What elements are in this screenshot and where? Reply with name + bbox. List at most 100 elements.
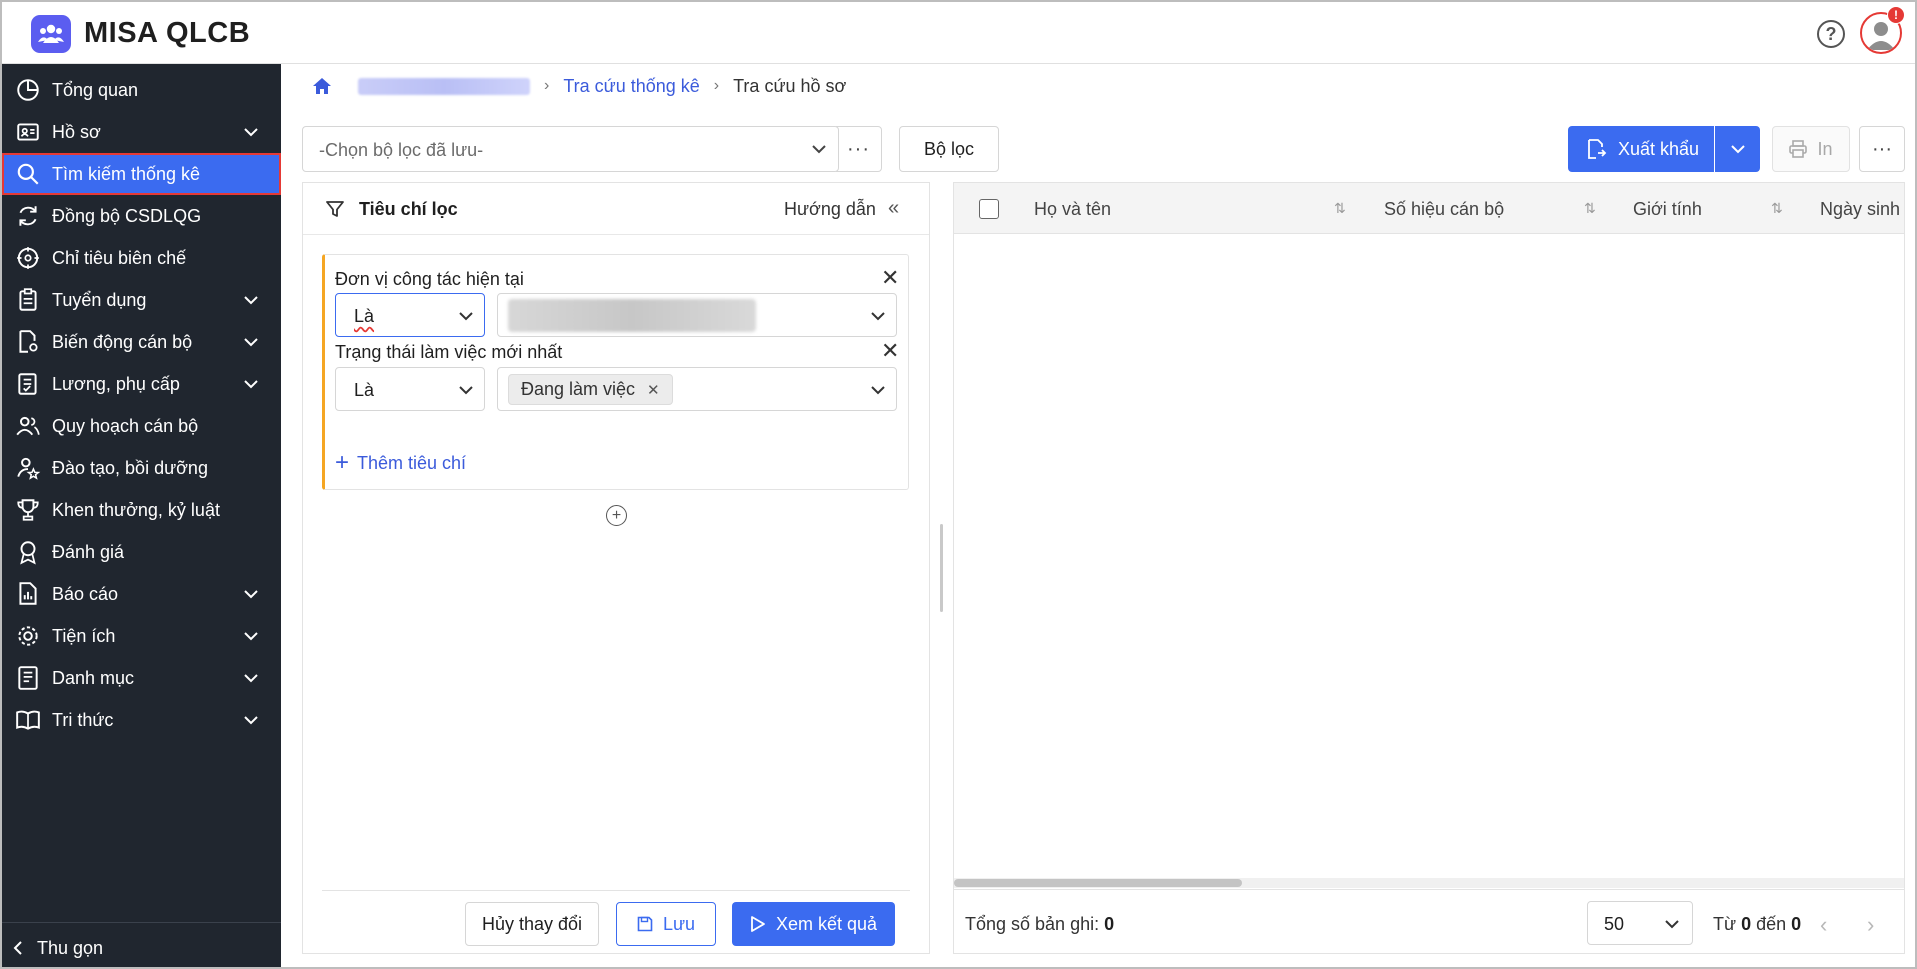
chevron-down-icon [459, 386, 473, 395]
chevron-down-icon [871, 386, 885, 395]
chevron-down-icon[interactable] [243, 374, 263, 394]
status-value-select[interactable]: Đang làm việc ✕ [497, 367, 897, 411]
chevron-right-icon: › [544, 77, 550, 94]
sidebar-item[interactable]: Đánh giá [2, 531, 281, 573]
play-icon [751, 916, 765, 932]
export-button[interactable]: Xuất khẩu [1568, 126, 1714, 172]
tag-remove-icon[interactable]: ✕ [647, 381, 660, 399]
sidebar-item-label: Đào tạo, bồi dưỡng [52, 457, 208, 478]
operator-select[interactable]: Là [335, 367, 485, 411]
save-button[interactable]: Lưu [616, 902, 716, 946]
chevron-down-icon[interactable] [243, 332, 263, 352]
next-page-icon[interactable]: › [1867, 912, 1874, 938]
sidebar-item[interactable]: Đồng bộ CSDLQG [2, 195, 281, 237]
breadcrumb: › Tra cứu thống kê › Tra cứu hồ sơ [312, 74, 846, 98]
sidebar-item-label: Đánh giá [52, 541, 125, 562]
chevron-down-icon[interactable] [243, 668, 263, 688]
chevron-right-icon: › [713, 77, 720, 94]
column-header-birthdate[interactable]: Ngày sinh [1820, 199, 1900, 220]
app-window: MISA QLCB ? ! Tổng quan Hồ sơ Tìm kiếm thố… [0, 0, 1917, 969]
range-to: 0 [1791, 914, 1802, 934]
add-group-icon[interactable]: + [606, 505, 627, 526]
more-options-button[interactable]: ··· [1859, 126, 1905, 172]
remove-criteria-icon[interactable]: ✕ [881, 340, 899, 362]
sidebar-item[interactable]: Tìm kiếm thống kê [2, 153, 281, 195]
column-header-staff-id[interactable]: Số hiệu cán bộ [1384, 199, 1504, 220]
sidebar-item[interactable]: Đào tạo, bồi dưỡng [2, 447, 281, 489]
breadcrumb-blurred-item[interactable] [358, 77, 530, 95]
sidebar-item[interactable]: Biến động cán bộ [2, 321, 281, 363]
operator-select[interactable]: Là [335, 293, 485, 337]
sidebar: Tổng quan Hồ sơ Tìm kiếm thống kê Đồng bộ C… [2, 64, 281, 967]
remove-criteria-icon[interactable]: ✕ [881, 267, 899, 289]
users-logo-icon [38, 24, 64, 43]
guide-link[interactable]: Hướng dẫn [784, 199, 876, 220]
cancel-changes-button[interactable]: Hủy thay đổi [465, 902, 599, 946]
export-dropdown-button[interactable] [1715, 126, 1760, 172]
filter-button[interactable]: Bộ lọc [899, 126, 999, 172]
breadcrumb-link[interactable]: Tra cứu thống kê [563, 76, 699, 97]
home-icon[interactable] [312, 77, 332, 95]
sidebar-item[interactable]: Lương, phụ cấp [2, 363, 281, 405]
filter-panel-header: Tiêu chí lọc Hướng dẫn « [303, 183, 929, 235]
filter-panel: Tiêu chí lọc Hướng dẫn « Đơn vị công tác… [302, 182, 930, 954]
chevron-down-icon[interactable] [243, 290, 263, 310]
plus-icon: + [335, 449, 350, 476]
top-bar: MISA QLCB ? ! [2, 2, 1915, 64]
pie-chart-icon [14, 76, 42, 104]
page-size-select[interactable]: 50 [1587, 901, 1693, 945]
range-from: 0 [1741, 914, 1752, 934]
tag-label: Đang làm việc [521, 379, 636, 399]
filter-icon [326, 201, 344, 217]
add-criteria-button[interactable]: + Thêm tiêu chí [335, 451, 466, 475]
column-header-gender[interactable]: Giới tính [1633, 199, 1702, 220]
view-results-button[interactable]: Xem kết quả [732, 902, 895, 946]
sidebar-item[interactable]: Tổng quan [2, 69, 281, 111]
sidebar-item[interactable]: Báo cáo [2, 573, 281, 615]
scrollbar-thumb[interactable] [954, 879, 1242, 887]
sidebar-item-label: Hồ sơ [52, 121, 101, 142]
sidebar-item[interactable]: Khen thưởng, kỷ luật [2, 489, 281, 531]
sidebar-item[interactable]: Hồ sơ [2, 111, 281, 153]
search-icon [14, 160, 42, 188]
sidebar-item[interactable]: Quy hoạch cán bộ [2, 405, 281, 447]
collapse-panel-icon[interactable]: « [888, 197, 899, 220]
saved-filter-select[interactable]: -Chọn bộ lọc đã lưu- [302, 126, 839, 172]
chevron-down-icon [1665, 920, 1679, 929]
saved-filter-more-button[interactable]: ··· [836, 126, 882, 172]
chevron-down-icon[interactable] [243, 122, 263, 142]
sidebar-item[interactable]: Tri thức [2, 699, 281, 741]
sidebar-collapse[interactable]: Thu gọn [2, 922, 281, 967]
prev-page-icon[interactable]: ‹ [1820, 912, 1827, 938]
chevron-down-icon[interactable] [243, 710, 263, 730]
sidebar-item-label: Lương, phụ cấp [52, 373, 180, 394]
page-size-value: 50 [1604, 914, 1625, 934]
id-card-icon [14, 118, 42, 146]
award-icon [14, 538, 42, 566]
panel-resize-handle[interactable] [940, 524, 943, 612]
sort-icon[interactable]: ⇅ [1334, 200, 1346, 217]
chevron-down-icon[interactable] [243, 626, 263, 646]
save-icon [637, 916, 653, 932]
operator-value: Là [354, 380, 375, 400]
sidebar-item[interactable]: Chỉ tiêu biên chế [2, 237, 281, 279]
select-all-checkbox[interactable] [979, 199, 999, 219]
sidebar-item[interactable]: Danh mục [2, 657, 281, 699]
app-logo-icon[interactable] [31, 15, 71, 53]
report-icon [14, 580, 42, 608]
criteria-label: Đơn vị công tác hiện tại [335, 269, 524, 289]
criteria-group: Đơn vị công tác hiện tại ✕ Là Trạng thái… [322, 254, 909, 490]
help-icon[interactable]: ? [1817, 20, 1845, 48]
sidebar-item[interactable]: Tiện ích [2, 615, 281, 657]
unit-value-select[interactable] [497, 293, 897, 337]
sidebar-item-label: Khen thưởng, kỷ luật [52, 499, 220, 520]
sort-icon[interactable]: ⇅ [1584, 200, 1596, 217]
chevron-down-icon[interactable] [243, 584, 263, 604]
sidebar-item[interactable]: Tuyển dụng [2, 279, 281, 321]
sort-icon[interactable]: ⇅ [1771, 200, 1783, 217]
total-value: 0 [1104, 914, 1115, 934]
print-button[interactable]: In [1772, 126, 1850, 172]
document-settings-icon [14, 328, 42, 356]
column-header-name[interactable]: Họ và tên [1034, 199, 1111, 220]
results-grid: Họ và tên ⇅ Số hiệu cán bộ ⇅ Giới tính ⇅… [953, 182, 1905, 954]
